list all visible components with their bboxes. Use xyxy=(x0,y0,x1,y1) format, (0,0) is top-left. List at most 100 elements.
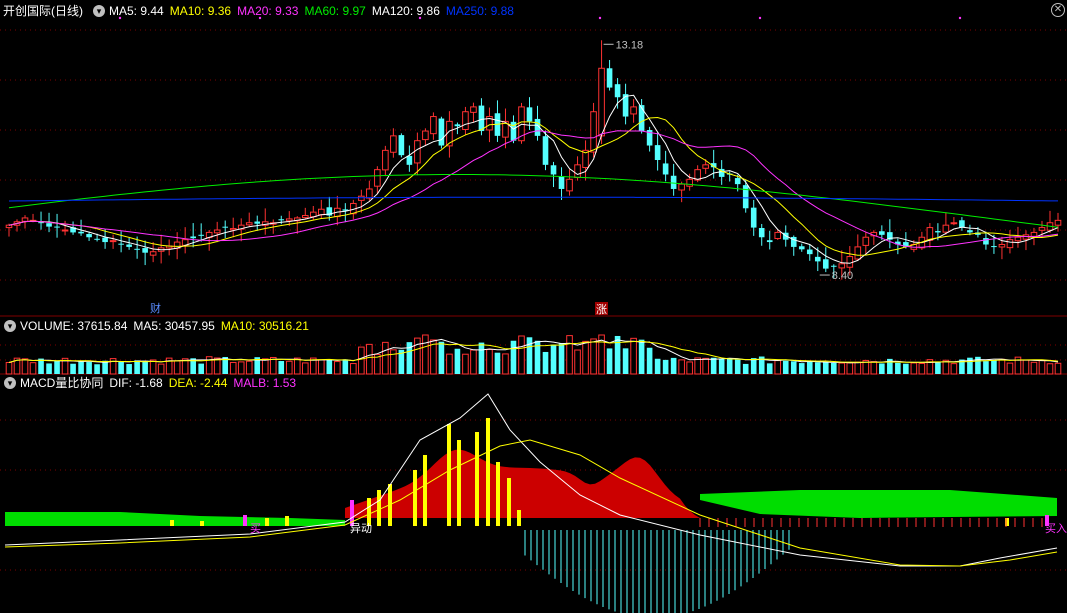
volume-bar-up xyxy=(366,343,373,375)
volume-bar-up xyxy=(350,363,357,375)
macd-yellow-bar xyxy=(200,521,204,526)
volume-bar-down xyxy=(782,360,789,374)
volume-bar-down xyxy=(198,363,204,374)
volume-bar-up xyxy=(854,361,862,375)
ma250-line xyxy=(8,196,1058,202)
macd-yellow-bar xyxy=(496,462,500,526)
price-legend: 开创国际(日线) ▾ MA5: 9.44 MA10: 9.36 MA20: 9.33… xyxy=(0,3,520,19)
candle-body-down xyxy=(134,248,140,250)
candle-body-up xyxy=(245,222,253,226)
candle-body-up xyxy=(678,183,685,191)
chevron-down-icon[interactable]: ▾ xyxy=(93,5,105,17)
volume-bar-down xyxy=(814,362,821,374)
candle-body-down xyxy=(438,118,445,146)
candle-body-down xyxy=(406,155,413,165)
candle-body-down xyxy=(983,238,989,245)
volume-bar-up xyxy=(870,361,878,375)
volume-bar-up xyxy=(1046,363,1054,375)
settings-icon[interactable]: ✕ xyxy=(1051,3,1065,17)
signal-dot xyxy=(758,16,762,20)
candle-body-up xyxy=(358,195,365,201)
macd-yellow-bar xyxy=(285,516,289,526)
macd-yellow-bar xyxy=(170,520,174,526)
candle-body-down xyxy=(550,165,557,175)
volume-bar-up xyxy=(1038,359,1046,375)
macd-yellow-bar xyxy=(507,478,511,526)
volume-bar-up xyxy=(21,358,29,375)
candle-body-down xyxy=(454,124,461,127)
volume-bar-up xyxy=(502,353,509,375)
volume-bar-up xyxy=(422,334,429,375)
volume-bar-down xyxy=(662,359,669,374)
candle-body-up xyxy=(414,140,421,164)
volume-bar-down xyxy=(606,348,613,374)
volume-bar-up xyxy=(382,341,389,375)
high-price-label: 13.18 xyxy=(616,39,644,51)
candle-body-down xyxy=(742,185,749,209)
candle-body-up xyxy=(1030,231,1038,237)
volume-bar-down xyxy=(879,363,885,374)
candle-body-down xyxy=(558,176,565,189)
volume-bar-down xyxy=(86,362,92,374)
candle-body-down xyxy=(638,105,645,132)
volume-bar-down xyxy=(558,343,565,374)
volume-bar-up xyxy=(910,362,918,375)
candle-body-down xyxy=(879,231,885,235)
candle-body-up xyxy=(1014,236,1022,242)
volume-bar-up xyxy=(414,337,421,375)
volume-bar-down xyxy=(822,362,829,374)
candle-body-up xyxy=(1006,239,1014,249)
candle-body-up xyxy=(61,229,69,232)
volume-bar-down xyxy=(438,341,445,374)
signal-label-buy: 买 xyxy=(250,522,261,535)
volume-bar-down xyxy=(142,360,148,374)
macd-yellow-bar xyxy=(457,440,461,526)
volume-bar-down xyxy=(895,362,901,374)
marker-cai: 财 xyxy=(150,301,161,315)
volume-bar-up xyxy=(486,349,493,375)
candle-body-down xyxy=(222,226,229,228)
candle-body-down xyxy=(967,230,973,233)
candle-body-down xyxy=(278,219,285,221)
volume-bar-up xyxy=(686,361,693,375)
volume-bar-down xyxy=(94,364,100,374)
macd-magenta-bar xyxy=(243,515,247,526)
chevron-down-icon[interactable]: ▾ xyxy=(4,377,16,389)
volume-bar-down xyxy=(935,361,941,374)
candle-body-down xyxy=(198,234,204,236)
macd-indicator-0: MACD量比协同 xyxy=(20,376,104,390)
macd-yellow-bar xyxy=(517,510,521,526)
volume-bar-up xyxy=(229,361,237,375)
candle-body-up xyxy=(390,135,397,153)
signal-label-yidong: 异动 xyxy=(350,522,372,535)
candle-body-down xyxy=(670,175,677,189)
volume-bar-up xyxy=(702,357,709,375)
candle-body-up xyxy=(950,222,958,225)
candle-body-down xyxy=(830,265,837,267)
candle-body-down xyxy=(526,107,533,122)
candle-body-down xyxy=(102,237,108,243)
volume-bar-up xyxy=(590,338,597,375)
chevron-down-icon[interactable]: ▾ xyxy=(4,320,16,332)
stock-chart-canvas[interactable]: 13.18 8.40 财 涨异动 买 买入 xyxy=(0,0,1067,613)
volume-bar-up xyxy=(470,349,477,375)
volume-bar-up xyxy=(918,363,926,375)
candle-body-up xyxy=(285,218,293,222)
candle-body-up xyxy=(382,149,389,171)
volume-bar-down xyxy=(54,360,60,374)
volume-bar-down xyxy=(903,363,909,374)
volume-bar-up xyxy=(1022,359,1030,375)
candle-body-down xyxy=(734,178,741,185)
candle-body-down xyxy=(126,244,132,247)
candle-body-up xyxy=(1038,227,1046,231)
volume-bar-down xyxy=(718,358,725,374)
volume-bar-up xyxy=(574,349,581,375)
volume-bar-down xyxy=(126,364,132,374)
signal-label-buy-in: 买入 xyxy=(1045,522,1067,535)
volume-bar-up xyxy=(358,346,365,375)
candle-body-down xyxy=(46,223,52,227)
macd-yellow-bar xyxy=(447,424,451,526)
candle-body-up xyxy=(862,236,870,246)
candle-body-up xyxy=(1054,219,1062,226)
volume-bar-down xyxy=(991,360,997,374)
